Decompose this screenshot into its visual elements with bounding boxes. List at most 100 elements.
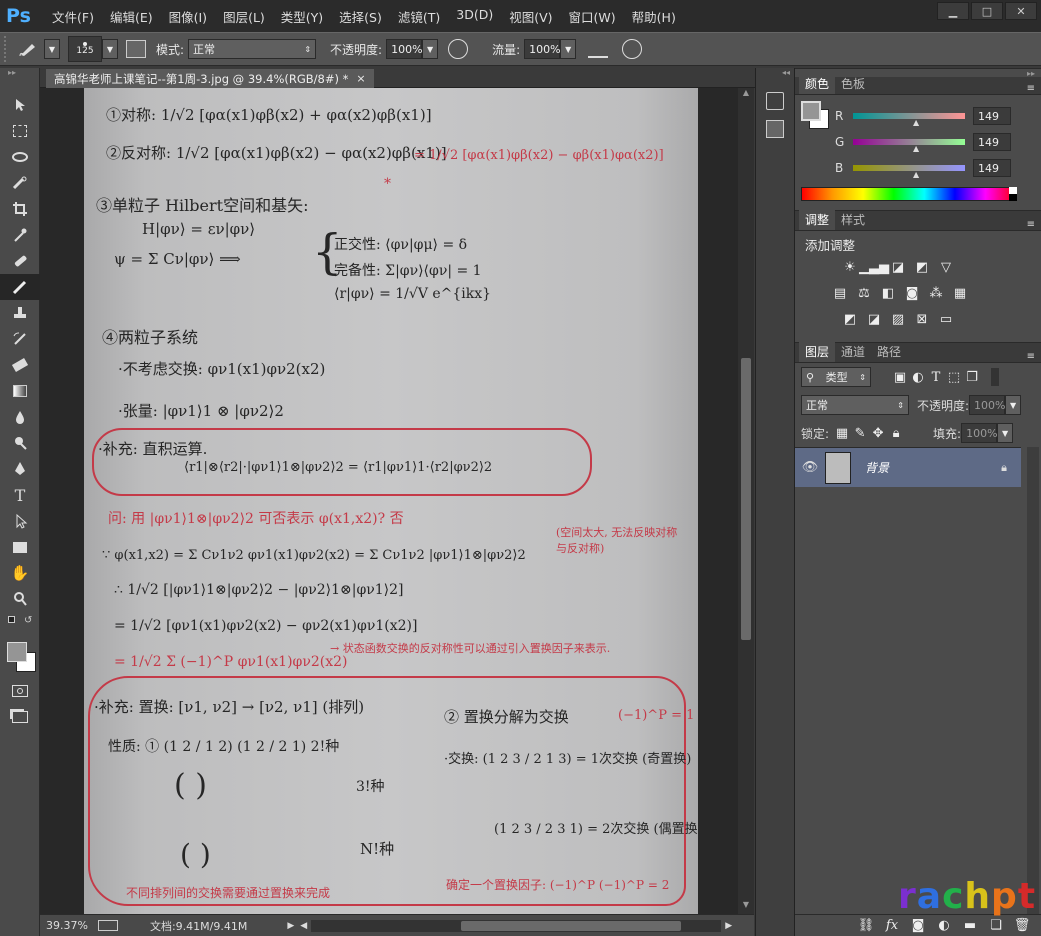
black-white-icon[interactable]: ◧ — [879, 285, 897, 301]
adjustment-filter-icon[interactable]: ◐ — [909, 369, 927, 385]
layer-name[interactable]: 背景 — [865, 459, 889, 476]
color-swatches[interactable] — [0, 640, 39, 678]
menu-item[interactable]: 类型(Y) — [273, 7, 331, 26]
scroll-right-icon[interactable]: ▶ — [725, 921, 732, 931]
color-lookup-icon[interactable]: ▦ — [951, 285, 969, 301]
collapse-icon[interactable]: ◂◂ — [756, 68, 794, 82]
clone-stamp-tool-icon[interactable] — [0, 300, 40, 326]
hue-saturation-icon[interactable]: ▤ — [831, 285, 849, 301]
color-balance-icon[interactable]: ⚖ — [855, 285, 873, 301]
hand-tool-icon[interactable]: ✋ — [0, 560, 40, 586]
menu-item[interactable]: 编辑(E) — [102, 7, 161, 26]
green-slider[interactable]: ▲ — [853, 139, 965, 153]
red-slider[interactable]: ▲ — [853, 113, 965, 127]
brush-tool-icon[interactable] — [14, 40, 44, 58]
tab-styles[interactable]: 样式 — [835, 209, 871, 230]
delete-layer-icon[interactable]: 🗑︎ — [1013, 918, 1031, 934]
green-input[interactable]: 149 — [973, 133, 1011, 151]
document-tab[interactable]: 高锦华老师上课笔记--第1周-3.jpg @ 39.4%(RGB/8#) * × — [46, 69, 374, 88]
scroll-left-icon[interactable]: ◀ — [300, 921, 307, 931]
tab-paths[interactable]: 路径 — [871, 341, 907, 362]
layer-row[interactable]: 👁︎ 背景 🔒︎ — [795, 447, 1021, 487]
visibility-eye-icon[interactable]: 👁︎ — [795, 460, 825, 475]
panel-menu-icon[interactable]: ≡ — [1027, 83, 1041, 94]
layer-opacity-dropdown[interactable]: ▼ — [1005, 395, 1022, 415]
shape-filter-icon[interactable]: ⬚ — [945, 369, 963, 385]
tab-adjustments[interactable]: 调整 — [799, 209, 836, 230]
selective-color-icon[interactable]: ⊠ — [913, 311, 931, 327]
lock-all-icon[interactable]: 🔒︎ — [887, 425, 905, 441]
brush-preset-picker[interactable]: 125 — [68, 36, 102, 62]
link-layers-icon[interactable]: ⛓︎ — [857, 918, 875, 934]
flow-dropdown[interactable]: ▼ — [560, 39, 577, 59]
blue-input[interactable]: 149 — [973, 159, 1011, 177]
vertical-scroll-thumb[interactable] — [741, 358, 751, 640]
status-menu-icon[interactable]: ▶ — [287, 921, 294, 931]
eraser-tool-icon[interactable] — [0, 352, 40, 378]
gradient-map-icon[interactable]: ▭ — [937, 311, 955, 327]
scroll-down-icon[interactable]: ▼ — [738, 900, 754, 914]
foreground-color-swatch[interactable] — [801, 101, 821, 121]
fill-dropdown[interactable]: ▼ — [997, 423, 1014, 443]
red-input[interactable]: 149 — [973, 107, 1011, 125]
maximize-button[interactable]: □ — [971, 2, 1003, 20]
vibrance-icon[interactable]: ▽ — [937, 259, 955, 275]
brush-preset-dropdown[interactable]: ▼ — [102, 39, 118, 59]
flow-input[interactable]: 100% — [524, 39, 561, 59]
color-spectrum-bar[interactable] — [801, 187, 1017, 201]
menu-item[interactable]: 滤镜(T) — [390, 7, 448, 26]
tab-layers[interactable]: 图层 — [799, 341, 836, 362]
curves-icon[interactable]: ◪ — [889, 259, 907, 275]
properties-panel-icon[interactable] — [766, 120, 784, 138]
menu-item[interactable]: 帮助(H) — [624, 7, 684, 26]
path-selection-tool-icon[interactable] — [0, 508, 40, 534]
brush-panel-toggle-icon[interactable] — [126, 40, 146, 58]
invert-icon[interactable]: ◩ — [841, 311, 859, 327]
close-button[interactable]: ✕ — [1005, 2, 1037, 20]
gradient-tool-icon[interactable] — [0, 378, 40, 404]
type-tool-icon[interactable]: T — [0, 482, 40, 508]
layer-style-icon[interactable]: fx — [883, 918, 901, 934]
brightness-icon[interactable]: ☀ — [841, 259, 859, 275]
foreground-color-swatch[interactable] — [7, 642, 27, 662]
horizontal-scroll-thumb[interactable] — [461, 920, 682, 931]
menu-item[interactable]: 视图(V) — [501, 7, 560, 26]
airbrush-icon[interactable] — [588, 40, 609, 58]
lasso-tool-icon[interactable] — [0, 144, 40, 170]
filter-toggle[interactable] — [991, 368, 999, 386]
black-white-swatch[interactable] — [1009, 187, 1017, 201]
pixel-filter-icon[interactable]: ▣ — [891, 369, 909, 385]
grip-handle[interactable] — [4, 36, 14, 62]
quick-select-tool-icon[interactable] — [0, 170, 40, 196]
new-group-icon[interactable]: ▬ — [961, 918, 979, 934]
collapse-icon[interactable]: ▸▸ — [0, 68, 39, 78]
posterize-icon[interactable]: ◪ — [865, 311, 883, 327]
history-panel-icon[interactable] — [766, 92, 784, 110]
layer-opacity-input[interactable]: 100% — [969, 395, 1006, 415]
move-tool-icon[interactable] — [0, 92, 40, 118]
add-mask-icon[interactable]: ◙ — [909, 918, 927, 934]
blue-slider[interactable]: ▲ — [853, 165, 965, 179]
menu-item[interactable]: 图像(I) — [161, 7, 215, 26]
panel-menu-icon[interactable]: ≡ — [1027, 351, 1041, 362]
eyedropper-tool-icon[interactable] — [0, 222, 40, 248]
close-tab-icon[interactable]: × — [356, 72, 365, 85]
new-adjustment-layer-icon[interactable]: ◐ — [935, 918, 953, 934]
layer-filter-select[interactable]: ⚲ 类型 ⇕ — [801, 367, 871, 387]
exposure-icon[interactable]: ◩ — [913, 259, 931, 275]
minimize-button[interactable]: ▁ — [937, 2, 969, 20]
lock-position-icon[interactable]: ✥ — [869, 425, 887, 441]
screen-mode-icon[interactable] — [0, 704, 40, 730]
scroll-up-icon[interactable]: ▲ — [738, 88, 754, 102]
marquee-tool-icon[interactable] — [0, 118, 40, 144]
menu-item[interactable]: 图层(L) — [215, 7, 273, 26]
channel-mixer-icon[interactable]: ⁂ — [927, 285, 945, 301]
swap-colors-icon[interactable]: ↺ — [24, 615, 32, 626]
blend-mode-select[interactable]: 正常 ⇕ — [801, 395, 909, 415]
rectangle-tool-icon[interactable] — [0, 534, 40, 560]
smart-object-filter-icon[interactable]: ❐ — [963, 369, 981, 385]
dodge-tool-icon[interactable] — [0, 430, 40, 456]
lock-transparent-icon[interactable]: ▦ — [833, 425, 851, 441]
blur-tool-icon[interactable] — [0, 404, 40, 430]
vertical-scrollbar[interactable]: ▲ ▼ — [738, 88, 754, 914]
